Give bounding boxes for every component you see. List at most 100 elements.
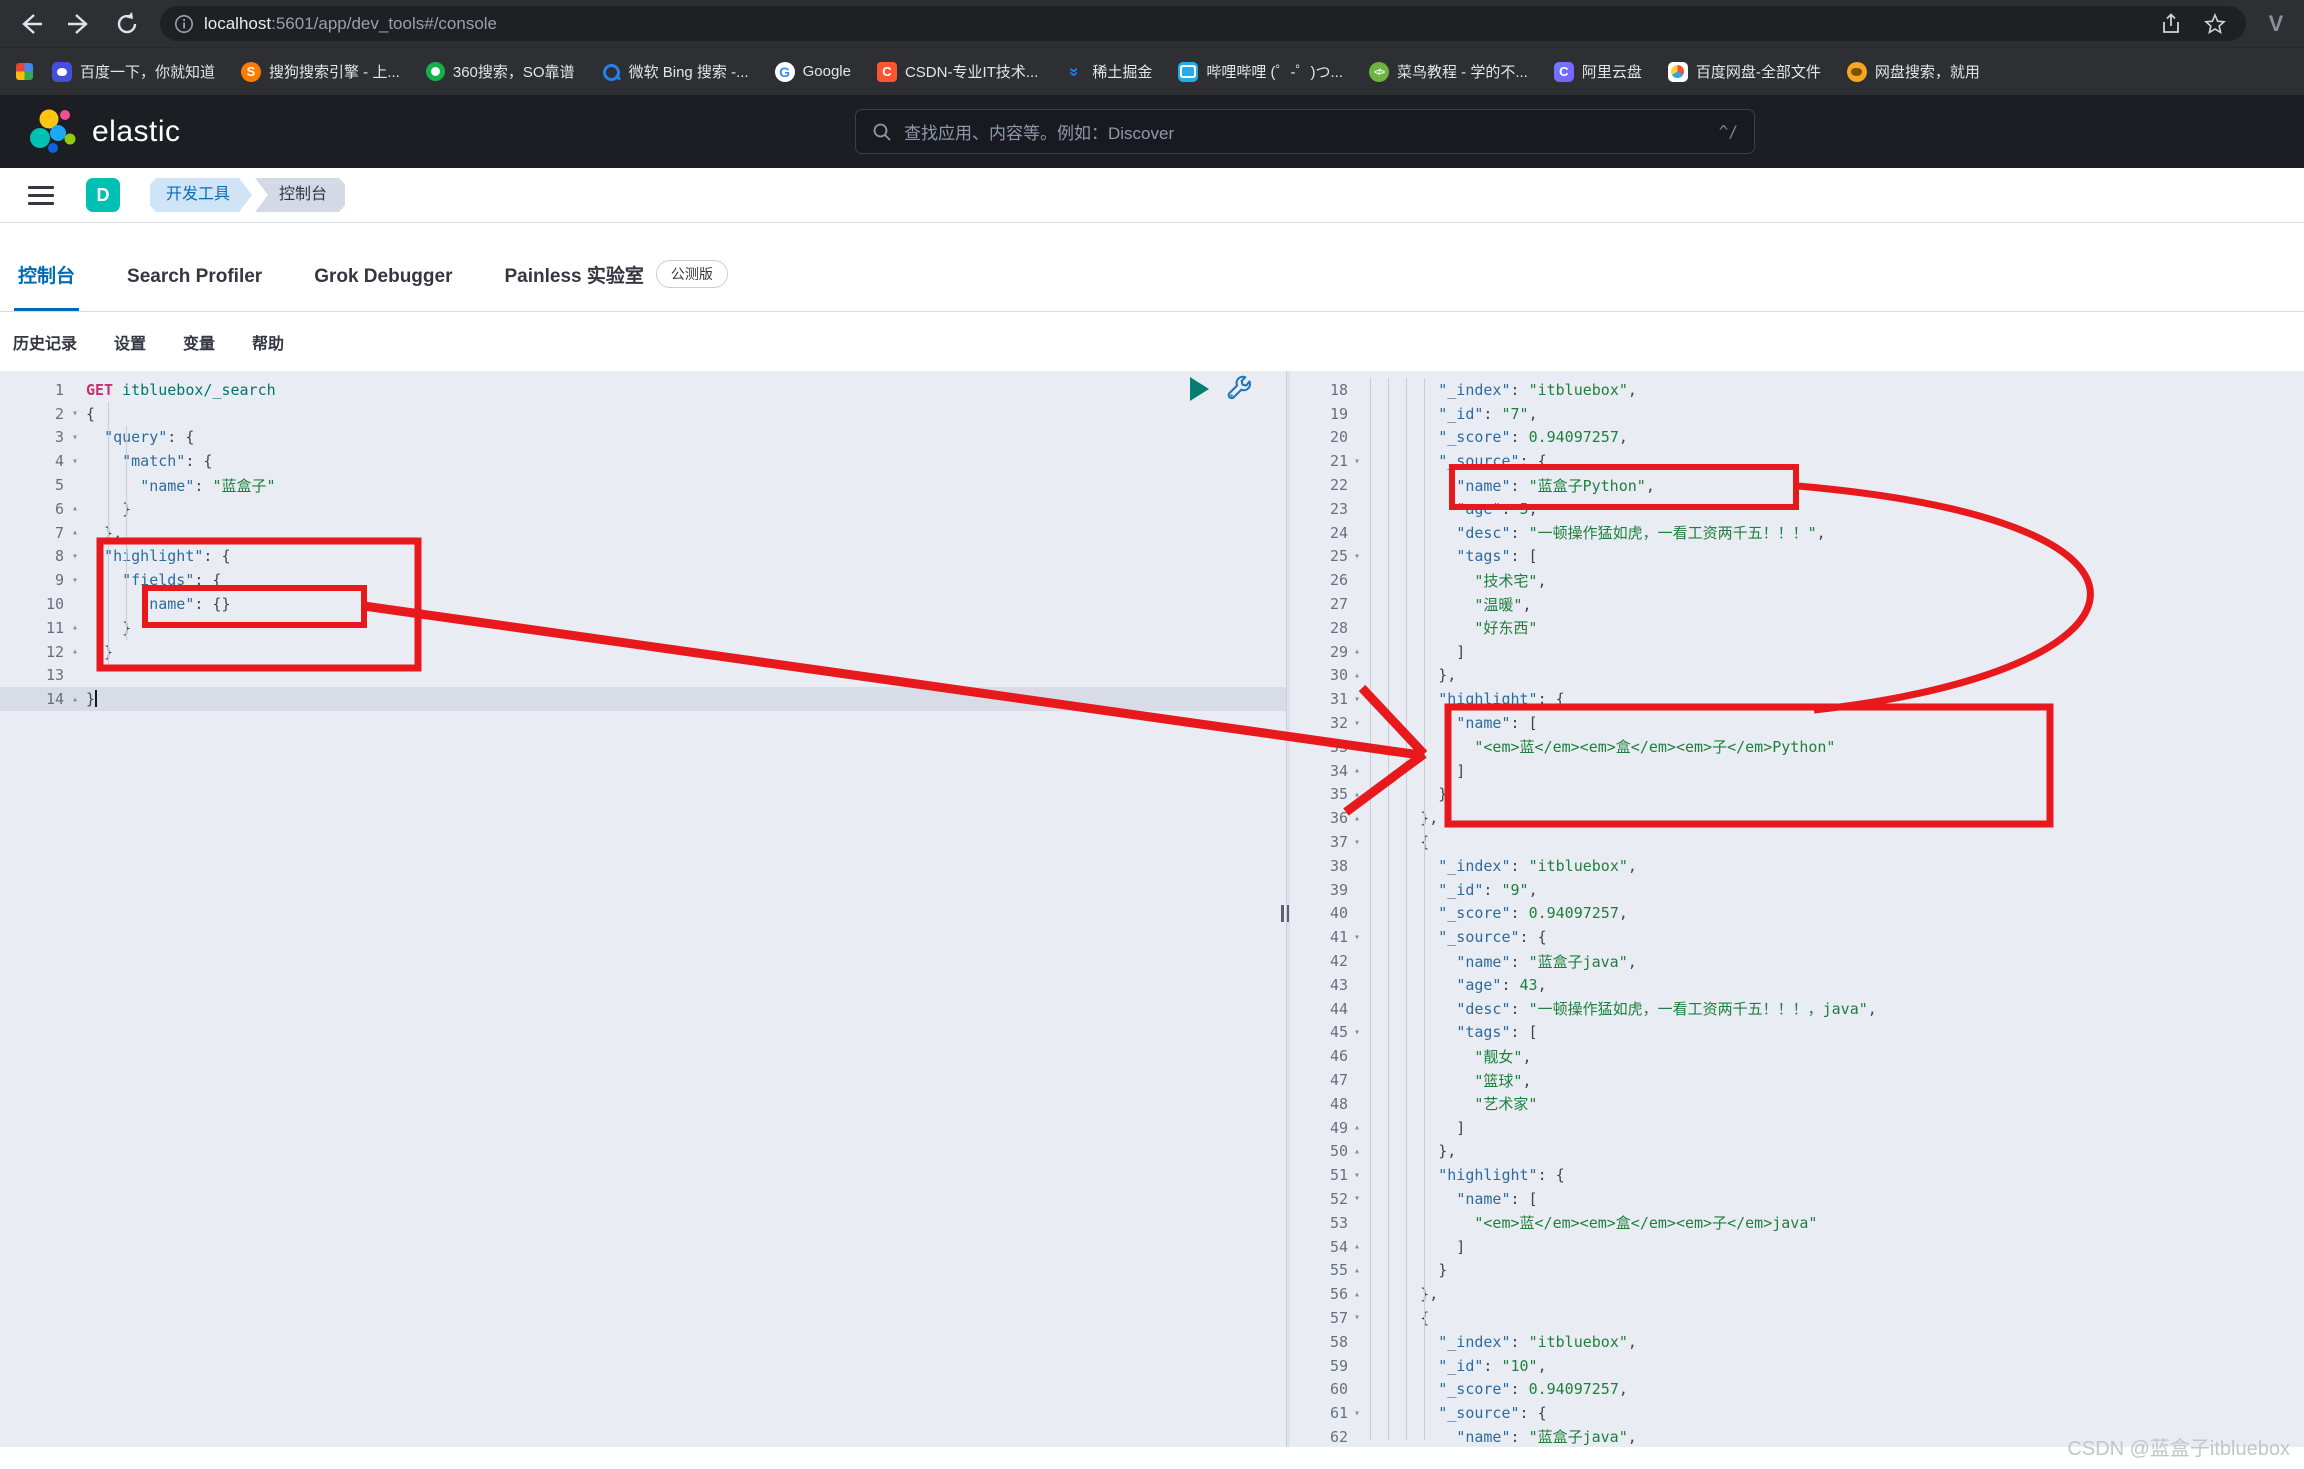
code-line-28[interactable]: 28 "好东西" [1290,616,2304,640]
code-line-7[interactable]: 7▴ }, [0,521,1286,545]
code-line-51[interactable]: 51▾ "highlight": { [1290,1163,2304,1187]
code-line-59[interactable]: 59 "_id": "10", [1290,1354,2304,1378]
code-line-27[interactable]: 27 "温暖", [1290,592,2304,616]
tab-painless-实验室[interactable]: Painless 实验室公测版 [501,260,732,311]
site-info-icon[interactable] [174,14,194,34]
extension-v-icon[interactable]: V [2256,11,2296,37]
code-line-34[interactable]: 34▴ ] [1290,759,2304,783]
bookmark-item[interactable]: 稀土掘金 [1051,57,1165,86]
bookmark-item[interactable]: 百度一下，你就知道 [39,57,228,86]
code-line-44[interactable]: 44 "desc": "一顿操作猛如虎，一看工资两千五！！！，java", [1290,997,2304,1021]
code-line-56[interactable]: 56▴ }, [1290,1282,2304,1306]
space-avatar[interactable]: D [86,178,120,212]
code-line-14[interactable]: 14▴} [0,687,1286,711]
fold-toggle-icon[interactable]: ▾ [1348,1193,1366,1204]
fold-toggle-icon[interactable]: ▴ [1348,670,1366,681]
code-line-13[interactable]: 13 [0,664,1286,688]
fold-toggle-icon[interactable]: ▴ [64,527,86,538]
code-line-37[interactable]: 37▾ { [1290,830,2304,854]
bookmark-item[interactable]: S搜狗搜索引擎 - 上... [228,57,413,86]
bookmark-item[interactable]: 哔哩哔哩 (゜-゜)つ... [1165,57,1356,86]
code-line-50[interactable]: 50▴ }, [1290,1140,2304,1164]
share-icon[interactable] [2154,7,2188,41]
fold-toggle-icon[interactable]: ▴ [1348,1265,1366,1276]
response-viewer[interactable]: 18 "_index": "itbluebox",19 "_id": "7",2… [1290,371,2304,1447]
fold-toggle-icon[interactable]: ▾ [64,408,86,419]
fold-toggle-icon[interactable]: ▴ [1348,1146,1366,1157]
bookmark-item[interactable]: </>菜鸟教程 - 学的不... [1356,57,1541,86]
menu-hamburger-icon[interactable] [28,186,54,205]
console-menu-item[interactable]: 历史记录 [13,330,77,354]
brand-wordmark[interactable]: elastic [92,115,181,149]
code-line-3[interactable]: 3▾ "query": { [0,426,1286,450]
fold-toggle-icon[interactable]: ▴ [64,622,86,633]
code-line-20[interactable]: 20 "_score": 0.94097257, [1290,426,2304,450]
code-line-57[interactable]: 57▾ { [1290,1306,2304,1330]
code-line-2[interactable]: 2▾{ [0,402,1286,426]
fold-toggle-icon[interactable]: ▾ [1348,837,1366,848]
code-line-23[interactable]: 23 "age": 5, [1290,497,2304,521]
code-line-36[interactable]: 36▴ }, [1290,806,2304,830]
code-line-18[interactable]: 18 "_index": "itbluebox", [1290,378,2304,402]
tab-search-profiler[interactable]: Search Profiler [123,266,266,311]
code-line-11[interactable]: 11▴ } [0,616,1286,640]
fold-toggle-icon[interactable]: ▴ [1348,813,1366,824]
back-icon[interactable] [14,7,48,41]
fold-toggle-icon[interactable]: ▾ [1348,1312,1366,1323]
code-line-38[interactable]: 38 "_index": "itbluebox", [1290,854,2304,878]
code-line-60[interactable]: 60 "_score": 0.94097257, [1290,1377,2304,1401]
code-line-9[interactable]: 9▾ "fields": { [0,568,1286,592]
code-line-35[interactable]: 35▴ } [1290,783,2304,807]
code-line-41[interactable]: 41▾ "_source": { [1290,925,2304,949]
code-line-48[interactable]: 48 "艺术家" [1290,1092,2304,1116]
fold-toggle-icon[interactable]: ▾ [1348,1408,1366,1419]
bookmark-item[interactable]: GGoogle [762,58,864,86]
fold-toggle-icon[interactable]: ▴ [1348,646,1366,657]
fold-toggle-icon[interactable]: ▴ [1348,789,1366,800]
bookmark-item[interactable]: 360搜索，SO靠谱 [413,57,588,86]
code-line-53[interactable]: 53 "<em>蓝</em><em>盒</em><em>子</em>java" [1290,1211,2304,1235]
fold-toggle-icon[interactable]: ▾ [64,456,86,467]
code-line-26[interactable]: 26 "技术宅", [1290,568,2304,592]
fold-toggle-icon[interactable]: ▴ [1348,1122,1366,1133]
bookmark-star-icon[interactable] [2198,7,2232,41]
bookmark-item[interactable]: 网盘搜索，就用 [1834,57,1993,86]
fold-toggle-icon[interactable]: ▾ [64,551,86,562]
code-line-31[interactable]: 31▾ "highlight": { [1290,687,2304,711]
code-line-19[interactable]: 19 "_id": "7", [1290,402,2304,426]
fold-toggle-icon[interactable]: ▴ [64,646,86,657]
fold-toggle-icon[interactable]: ▾ [1348,551,1366,562]
code-line-33[interactable]: 33 "<em>蓝</em><em>盒</em><em>子</em>Python… [1290,735,2304,759]
fold-toggle-icon[interactable]: ▴ [1348,1241,1366,1252]
code-line-25[interactable]: 25▾ "tags": [ [1290,545,2304,569]
code-line-10[interactable]: 10 "name": {} [0,592,1286,616]
code-line-6[interactable]: 6▴ } [0,497,1286,521]
fold-toggle-icon[interactable]: ▾ [1348,718,1366,729]
tab-控制台[interactable]: 控制台 [14,261,79,311]
code-line-1[interactable]: 1GET itbluebox/_search [0,378,1286,402]
code-line-32[interactable]: 32▾ "name": [ [1290,711,2304,735]
code-line-21[interactable]: 21▾ "_source": { [1290,449,2304,473]
fold-toggle-icon[interactable]: ▴ [64,694,86,705]
bookmark-item[interactable]: C阿里云盘 [1541,57,1655,86]
send-request-button[interactable] [1190,377,1209,401]
code-line-43[interactable]: 43 "age": 43, [1290,973,2304,997]
code-line-22[interactable]: 22 "name": "蓝盒子Python", [1290,473,2304,497]
code-line-30[interactable]: 30▴ }, [1290,664,2304,688]
url-bar[interactable]: localhost:5601/app/dev_tools#/console [160,6,2246,41]
breadcrumb-item[interactable]: 开发工具 [150,178,252,212]
fold-toggle-icon[interactable]: ▾ [1348,456,1366,467]
request-options-wrench-icon[interactable] [1225,375,1253,403]
code-line-55[interactable]: 55▴ } [1290,1258,2304,1282]
code-line-52[interactable]: 52▾ "name": [ [1290,1187,2304,1211]
fold-toggle-icon[interactable]: ▴ [1348,1289,1366,1300]
fold-toggle-icon[interactable]: ▾ [64,575,86,586]
code-line-24[interactable]: 24 "desc": "一顿操作猛如虎，一看工资两千五！！！", [1290,521,2304,545]
fold-toggle-icon[interactable]: ▾ [64,432,86,443]
fold-toggle-icon[interactable]: ▴ [1348,765,1366,776]
code-line-45[interactable]: 45▾ "tags": [ [1290,1021,2304,1045]
code-line-47[interactable]: 47 "篮球", [1290,1068,2304,1092]
console-menu-item[interactable]: 帮助 [252,330,284,354]
forward-icon[interactable] [62,7,96,41]
elastic-logo-icon[interactable] [28,108,80,156]
